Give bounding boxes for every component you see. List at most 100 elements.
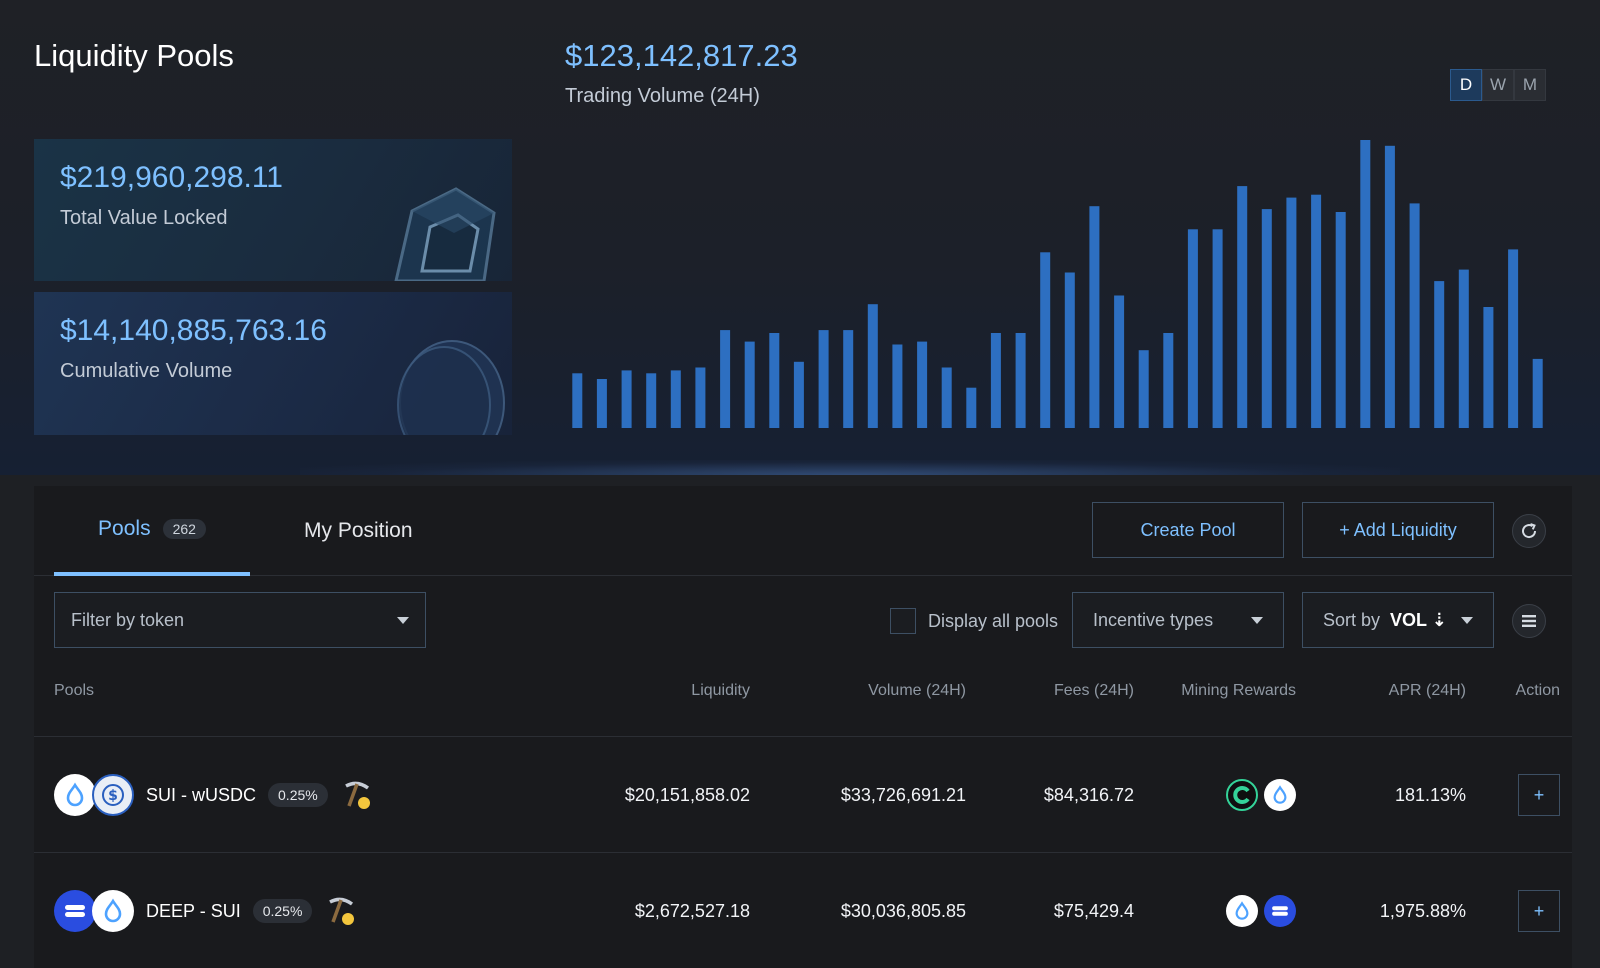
- table-row[interactable]: DEEP - SUI 0.25% $2,672,527.18 $30,036,8…: [34, 853, 1572, 968]
- period-week-button[interactable]: W: [1482, 69, 1514, 101]
- add-to-pool-button[interactable]: +: [1518, 774, 1560, 816]
- period-toggle: D W M: [1450, 69, 1546, 101]
- chevron-down-icon: [1251, 616, 1263, 624]
- chevron-down-icon: [1461, 616, 1473, 624]
- sort-by-select[interactable]: Sort by VOL ⇣: [1302, 592, 1494, 648]
- chart-bar: [941, 367, 952, 428]
- chart-bar: [1458, 269, 1469, 428]
- tvl-value: $219,960,298.11: [60, 161, 283, 194]
- sui-reward-icon: [1264, 779, 1296, 811]
- chart-bar: [1114, 295, 1125, 428]
- display-all-pools-checkbox[interactable]: [890, 608, 916, 634]
- tab-pools[interactable]: Pools 262: [54, 486, 250, 576]
- chart-bar: [1064, 272, 1075, 428]
- chart-bar: [1360, 140, 1371, 428]
- action-cell: +: [1494, 853, 1560, 968]
- chart-bar: [843, 330, 854, 428]
- chart-bar: [670, 370, 681, 428]
- volume-cell: $30,036,805.85: [840, 900, 966, 921]
- tabs-row: Pools 262 My Position Create Pool + Add …: [34, 486, 1572, 576]
- chart-bar: [1212, 229, 1223, 428]
- deep-reward-icon: [1264, 895, 1296, 927]
- chart-bar: [1089, 206, 1100, 428]
- column-fees: Fees (24H): [1053, 682, 1134, 699]
- chart-bar: [793, 361, 804, 428]
- chart-bar: [990, 333, 1001, 428]
- chart-bar: [769, 333, 780, 428]
- add-to-pool-button[interactable]: +: [1518, 890, 1560, 932]
- period-day-button[interactable]: D: [1450, 69, 1482, 101]
- tab-pools-label: Pools: [98, 517, 151, 540]
- filter-by-token-placeholder: Filter by token: [71, 609, 185, 630]
- chart-bar: [818, 330, 829, 428]
- display-all-pools-label: Display all pools: [928, 610, 1059, 631]
- period-month-button[interactable]: M: [1514, 69, 1546, 101]
- chart-bar: [1040, 252, 1051, 428]
- liquidity-cell: $2,672,527.18: [634, 900, 750, 921]
- add-liquidity-button[interactable]: + Add Liquidity: [1302, 502, 1494, 558]
- list-view-button[interactable]: [1512, 604, 1546, 638]
- column-mining-rewards: Mining Rewards: [1181, 682, 1296, 699]
- chart-bar: [917, 341, 928, 428]
- volume-chart: [572, 140, 1543, 429]
- refresh-button[interactable]: [1512, 514, 1546, 548]
- chart-bar: [1434, 281, 1445, 428]
- chart-bar: [1015, 333, 1026, 428]
- chart-bar: [1508, 249, 1519, 428]
- column-apr: APR (24H): [1388, 682, 1466, 699]
- pools-count-badge: 262: [162, 519, 206, 539]
- chevron-down-icon: [397, 616, 409, 624]
- tab-my-position[interactable]: My Position: [270, 486, 447, 576]
- sort-by-label: Sort by: [1323, 609, 1381, 630]
- chart-bar: [1138, 350, 1149, 428]
- sort-by-value: VOL ⇣: [1390, 609, 1447, 630]
- create-pool-button[interactable]: Create Pool: [1092, 502, 1284, 558]
- chart-bar: [744, 341, 755, 428]
- chart-bar: [1237, 186, 1248, 428]
- cumulative-card: $14,140,885,763.16 Cumulative Volume: [34, 292, 512, 435]
- chart-bar: [1409, 203, 1420, 428]
- mining-rewards-cell: [1146, 737, 1296, 853]
- chart-bar: [1384, 145, 1395, 429]
- pool-pair-cell: $ SUI - wUSDC 0.25%: [54, 737, 374, 853]
- page-title: Liquidity Pools: [34, 38, 234, 73]
- svg-text:$: $: [108, 788, 118, 804]
- tab-my-position-label: My Position: [304, 519, 413, 542]
- sui-token-icon: [54, 774, 96, 816]
- fees-cell: $75,429.4: [1053, 900, 1134, 921]
- volume-label: Trading Volume (24H): [565, 85, 760, 107]
- table-row[interactable]: $ SUI - wUSDC 0.25% $20,151,858.02 $33,7…: [34, 737, 1572, 853]
- chart-bar: [867, 304, 878, 428]
- chart-bar: [892, 344, 903, 428]
- fee-tier-badge: 0.25%: [252, 899, 313, 923]
- cumulative-label: Cumulative Volume: [60, 360, 233, 382]
- chart-bar: [646, 373, 657, 428]
- incentive-types-select[interactable]: Incentive types: [1072, 592, 1284, 648]
- incentive-types-label: Incentive types: [1093, 609, 1214, 630]
- chart-bar: [720, 330, 731, 428]
- chart-bar: [1335, 212, 1346, 428]
- display-all-pools-toggle[interactable]: Display all pools: [890, 607, 1058, 635]
- chart-bar: [596, 379, 607, 428]
- filter-by-token-select[interactable]: Filter by token: [54, 592, 426, 648]
- sui-token-icon: [92, 890, 134, 932]
- chart-bar: [695, 367, 706, 428]
- tvl-label: Total Value Locked: [60, 207, 228, 229]
- cube-deco-icon: [394, 187, 496, 281]
- apr-cell: 1,975.88%: [1379, 900, 1466, 921]
- coin-deco-icon: [397, 340, 505, 435]
- pool-pair-cell: DEEP - SUI 0.25%: [54, 853, 358, 968]
- column-liquidity: Liquidity: [691, 682, 750, 699]
- menu-icon: [1522, 615, 1536, 627]
- chart-bar: [572, 373, 583, 428]
- column-volume: Volume (24H): [868, 682, 966, 699]
- action-cell: +: [1494, 737, 1560, 853]
- column-action: Action: [1515, 682, 1560, 699]
- mining-rewards-cell: [1146, 853, 1296, 968]
- liquidity-cell: $20,151,858.02: [624, 784, 750, 805]
- chart-bar: [1163, 333, 1174, 428]
- pools-panel: Pools 262 My Position Create Pool + Add …: [34, 486, 1572, 968]
- chart-bar: [1311, 194, 1322, 428]
- pickaxe-icon: [344, 781, 370, 809]
- fee-tier-badge: 0.25%: [268, 783, 328, 807]
